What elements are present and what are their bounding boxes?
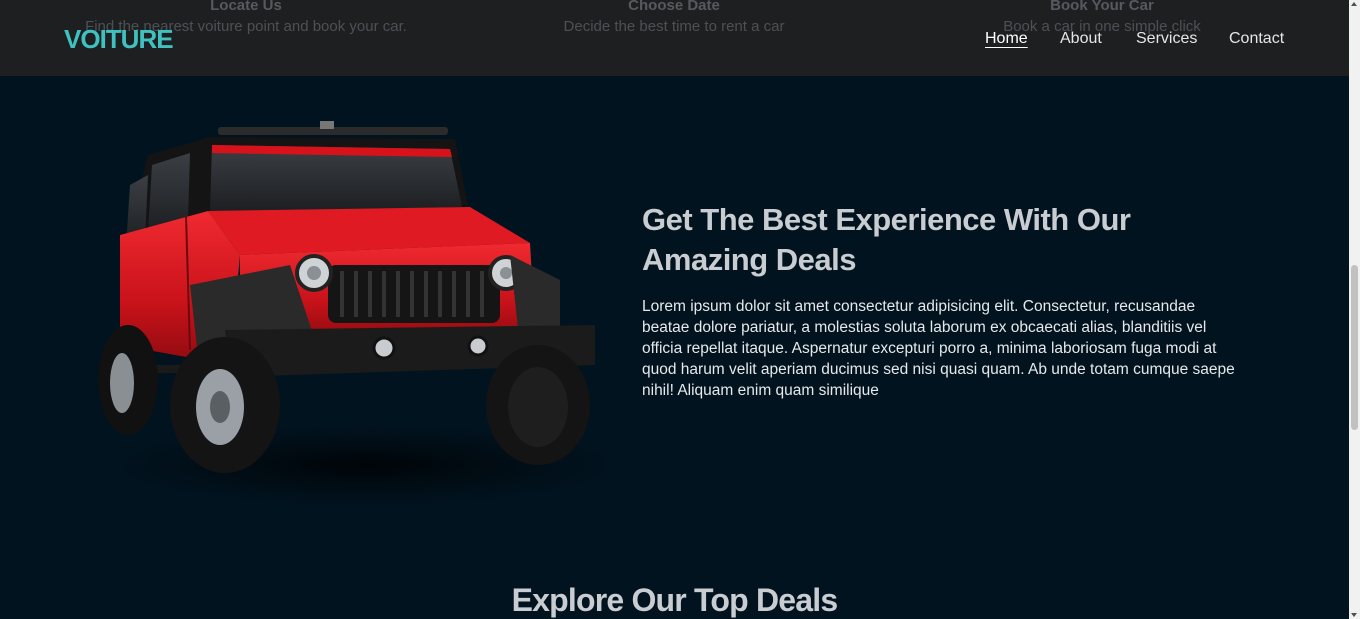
logo[interactable]: VOITURE (64, 24, 174, 55)
deals-section-title: Explore Our Top Deals (511, 582, 839, 618)
scrollbar-thumb[interactable] (1351, 265, 1358, 430)
red-jeep-image (90, 115, 615, 510)
scroll-down-arrow-icon[interactable] (1351, 613, 1357, 617)
navbar: VOITURE Home About Services Contact (0, 0, 1349, 76)
hero-description: Lorem ipsum dolor sit amet consectetur a… (642, 298, 1235, 399)
hero-title: Get The Best Experience With Our Amazing… (642, 202, 1131, 277)
nav-link-home[interactable]: Home (985, 30, 1028, 48)
scroll-up-arrow-icon[interactable] (1351, 2, 1357, 6)
scrollbar[interactable] (1349, 0, 1360, 619)
nav-link-about[interactable]: About (1060, 30, 1102, 48)
nav-link-services[interactable]: Services (1136, 30, 1197, 48)
nav-link-contact[interactable]: Contact (1229, 30, 1284, 48)
